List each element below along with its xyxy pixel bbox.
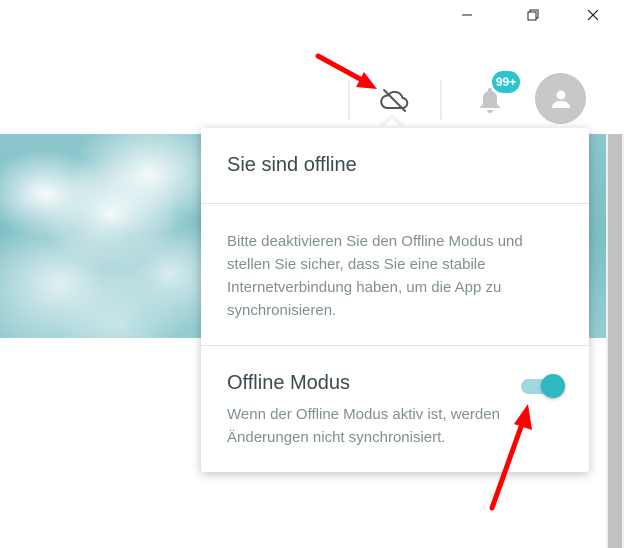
annotation-arrows: [315, 53, 532, 511]
annotation-arrow-cloud: [315, 53, 377, 89]
annotation-arrow-toggle: [489, 404, 532, 511]
